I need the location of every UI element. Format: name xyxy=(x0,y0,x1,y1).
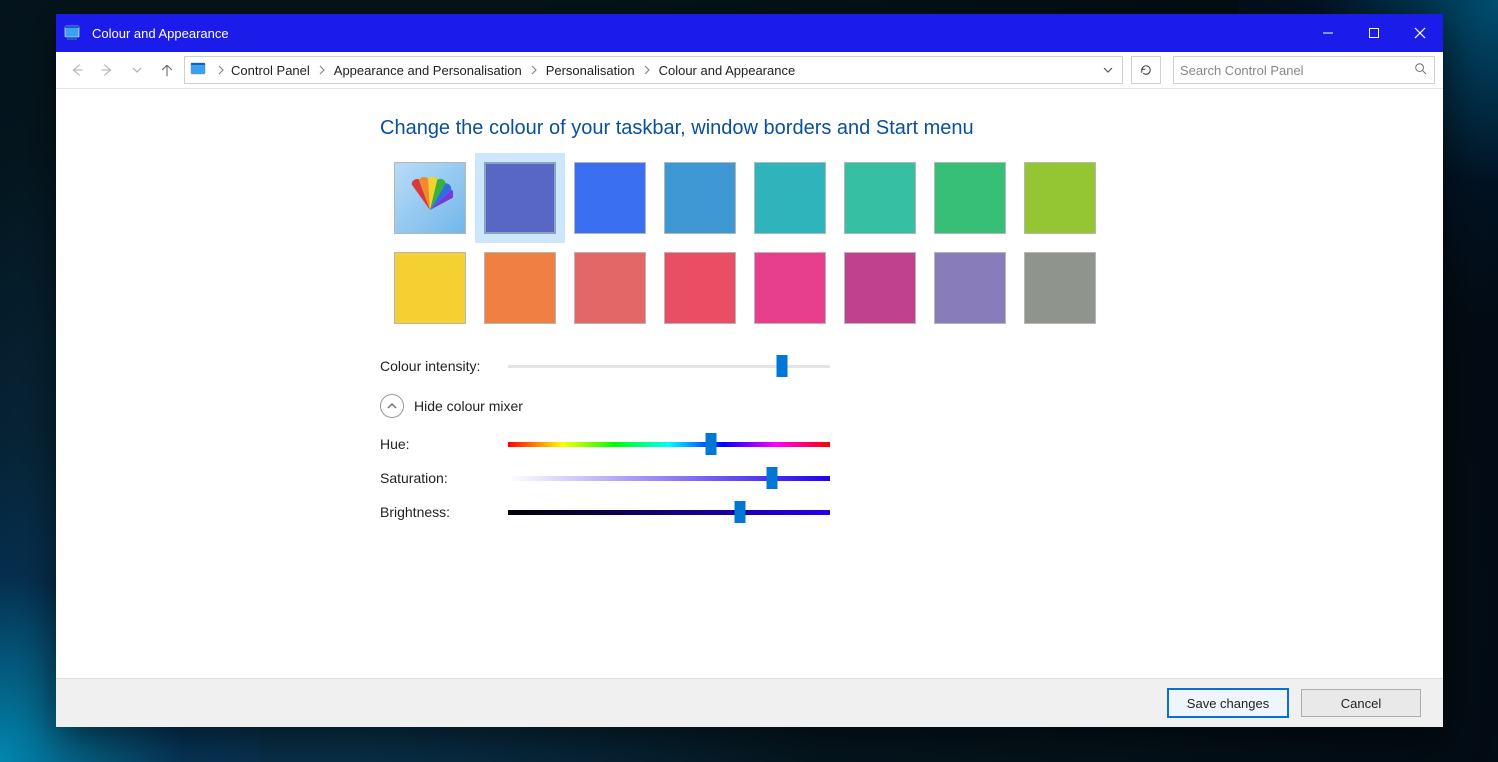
search-placeholder: Search Control Panel xyxy=(1180,63,1414,78)
saturation-thumb[interactable] xyxy=(767,467,778,489)
breadcrumb-item[interactable]: Personalisation xyxy=(542,61,639,80)
up-button[interactable] xyxy=(154,57,180,83)
location-icon xyxy=(189,60,209,80)
search-input[interactable]: Search Control Panel xyxy=(1173,56,1435,84)
color-swatch-purple[interactable] xyxy=(934,252,1006,324)
brightness-label: Brightness: xyxy=(380,504,508,520)
brightness-thumb[interactable] xyxy=(734,501,745,523)
breadcrumb-item[interactable]: Colour and Appearance xyxy=(655,61,800,80)
breadcrumb-item[interactable]: Appearance and Personalisation xyxy=(330,61,526,80)
intensity-thumb[interactable] xyxy=(776,355,787,377)
chevron-right-icon[interactable] xyxy=(641,65,653,75)
chevron-up-icon xyxy=(380,394,404,418)
hue-slider[interactable] xyxy=(508,442,830,447)
color-swatch-lime[interactable] xyxy=(1024,162,1096,234)
page-heading: Change the colour of your taskbar, windo… xyxy=(380,117,1443,140)
color-swatch-blue[interactable] xyxy=(484,162,556,234)
footer: Save changes Cancel xyxy=(56,678,1443,727)
search-icon xyxy=(1414,62,1428,79)
forward-button[interactable] xyxy=(94,57,120,83)
content-area: Change the colour of your taskbar, windo… xyxy=(56,89,1443,678)
breadcrumb-item[interactable]: Control Panel xyxy=(227,61,314,80)
saturation-slider[interactable] xyxy=(508,476,830,481)
intensity-label: Colour intensity: xyxy=(380,358,508,374)
intensity-slider[interactable] xyxy=(508,365,830,368)
color-swatch-pink[interactable] xyxy=(754,252,826,324)
refresh-button[interactable] xyxy=(1131,56,1161,84)
color-swatch-green[interactable] xyxy=(934,162,1006,234)
desktop-background: Colour and Appearance xyxy=(0,0,1498,762)
color-swatch-red[interactable] xyxy=(664,252,736,324)
window-title: Colour and Appearance xyxy=(92,26,1305,41)
hue-slider-row: Hue: xyxy=(380,436,1443,452)
chevron-right-icon[interactable] xyxy=(316,65,328,75)
address-dropdown-button[interactable] xyxy=(1096,58,1120,82)
address-bar: Control Panel Appearance and Personalisat… xyxy=(56,52,1443,89)
color-swatch-yellow[interactable] xyxy=(394,252,466,324)
hue-thumb[interactable] xyxy=(705,433,716,455)
window: Colour and Appearance xyxy=(56,14,1443,727)
color-swatch-royal-blue[interactable] xyxy=(574,162,646,234)
brightness-slider-row: Brightness: xyxy=(380,504,1443,520)
save-button[interactable]: Save changes xyxy=(1167,688,1289,718)
close-button[interactable] xyxy=(1397,14,1443,52)
titlebar[interactable]: Colour and Appearance xyxy=(56,14,1443,52)
recent-locations-button[interactable] xyxy=(124,57,150,83)
hue-label: Hue: xyxy=(380,436,508,452)
back-button[interactable] xyxy=(64,57,90,83)
color-swatch-gray[interactable] xyxy=(1024,252,1096,324)
mixer-toggle-label: Hide colour mixer xyxy=(414,398,523,414)
color-swatch-teal[interactable] xyxy=(754,162,826,234)
breadcrumb-bar[interactable]: Control Panel Appearance and Personalisat… xyxy=(184,56,1123,84)
color-swatch-orange[interactable] xyxy=(484,252,556,324)
chevron-right-icon[interactable] xyxy=(528,65,540,75)
colour-mixer-toggle[interactable]: Hide colour mixer xyxy=(380,394,1443,418)
app-icon xyxy=(64,24,82,42)
brightness-slider[interactable] xyxy=(508,510,830,515)
saturation-slider-row: Saturation: xyxy=(380,470,1443,486)
color-swatch-custom[interactable] xyxy=(394,162,466,234)
cancel-button[interactable]: Cancel xyxy=(1301,689,1421,717)
minimize-button[interactable] xyxy=(1305,14,1351,52)
chevron-right-icon[interactable] xyxy=(215,65,227,75)
maximize-button[interactable] xyxy=(1351,14,1397,52)
saturation-label: Saturation: xyxy=(380,470,508,486)
color-swatch-sky-blue[interactable] xyxy=(664,162,736,234)
color-swatch-grid xyxy=(394,162,1443,324)
color-swatch-magenta[interactable] xyxy=(844,252,916,324)
intensity-slider-row: Colour intensity: xyxy=(380,358,1443,374)
color-swatch-sea-green[interactable] xyxy=(844,162,916,234)
color-swatch-salmon[interactable] xyxy=(574,252,646,324)
